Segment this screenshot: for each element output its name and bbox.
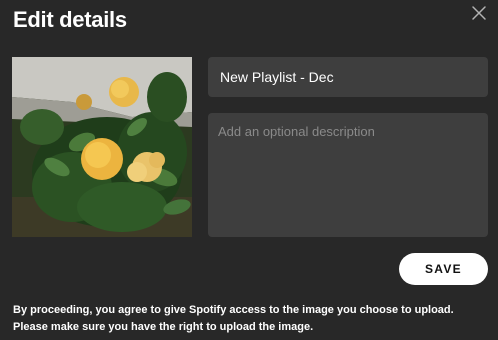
close-icon[interactable] xyxy=(470,4,488,22)
playlist-cover-image[interactable] xyxy=(12,57,192,237)
edit-details-dialog: Edit details New Playlist - Dec Add an o… xyxy=(0,0,498,340)
flower-photo xyxy=(12,57,192,237)
upload-disclaimer: By proceeding, you agree to give Spotify… xyxy=(13,304,454,333)
save-button[interactable]: SAVE xyxy=(399,253,488,285)
playlist-name-input[interactable] xyxy=(208,57,488,97)
dialog-title: Edit details xyxy=(13,7,127,32)
playlist-description-input[interactable] xyxy=(208,113,488,237)
